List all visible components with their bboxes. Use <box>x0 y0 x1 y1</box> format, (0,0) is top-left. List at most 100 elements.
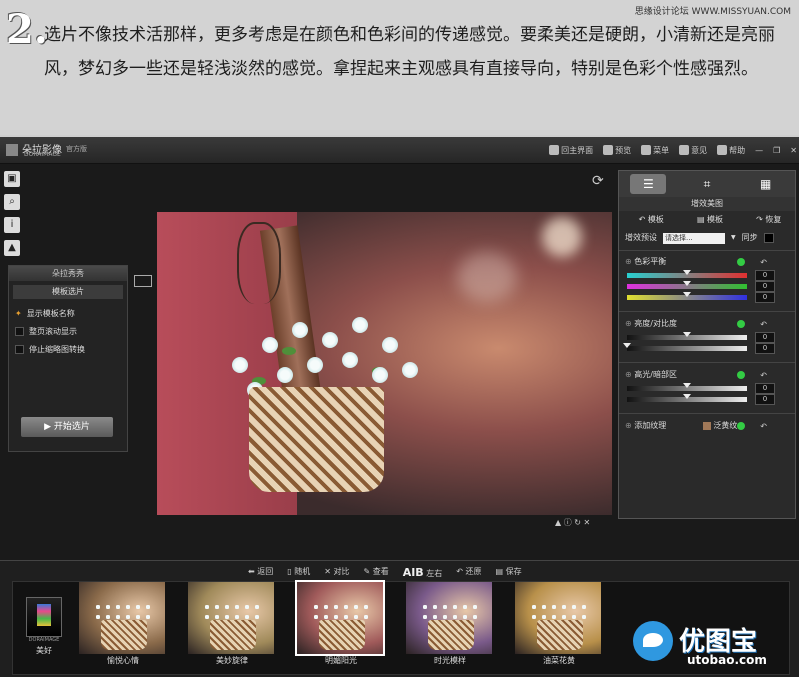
slider-handle[interactable] <box>683 394 691 399</box>
view-button[interactable]: ✎ 查看 <box>363 566 388 579</box>
preset-select[interactable]: 请选择... <box>663 232 725 244</box>
slider-value[interactable]: 0 <box>755 292 775 303</box>
adjust-slider[interactable]: 0 <box>627 332 787 343</box>
enable-dot[interactable] <box>737 258 745 266</box>
restore-button[interactable]: ❐ <box>773 146 780 155</box>
loading-icon[interactable]: ⟳ <box>592 173 604 189</box>
slider-value[interactable]: 0 <box>755 343 775 354</box>
enable-dot[interactable] <box>737 320 745 328</box>
undo-icon[interactable]: ↶ <box>760 317 767 333</box>
start-select-button[interactable]: ▶ 开始选片 <box>21 417 113 437</box>
feedback-button[interactable]: 意见 <box>679 145 707 156</box>
slider-handle[interactable] <box>683 292 691 297</box>
levels-icon[interactable]: ▲ <box>4 240 20 256</box>
slider-value[interactable]: 0 <box>755 332 775 343</box>
back-button[interactable]: ⬅ 返回 <box>248 566 273 579</box>
filmstrip-thumb[interactable]: 愉悦心情 <box>79 582 167 665</box>
ab-button[interactable]: AIB 左右 <box>403 566 443 579</box>
restore-template-button[interactable]: ↷ 恢复 <box>756 211 781 229</box>
save-button[interactable]: ▤ 保存 <box>496 566 522 579</box>
tab-adjust[interactable]: ☰ <box>630 174 667 194</box>
slider-handle[interactable] <box>623 343 631 348</box>
brand-label: 美好 <box>36 646 52 655</box>
menu-button[interactable]: 菜单 <box>641 145 669 156</box>
histogram-icon[interactable]: ▣ <box>4 171 20 187</box>
texture-swatch[interactable] <box>702 421 711 430</box>
slider-handle[interactable] <box>683 270 691 275</box>
slider-value[interactable]: 0 <box>755 270 775 281</box>
photo-preview[interactable] <box>157 212 612 515</box>
expand-icon[interactable]: ⊕ <box>625 421 632 430</box>
close-small-icon[interactable]: ✕ <box>584 518 591 527</box>
filmstrip-thumb[interactable]: 明媚阳光 <box>295 580 385 665</box>
slider-value[interactable]: 0 <box>755 394 775 405</box>
slider-value[interactable]: 0 <box>755 281 775 292</box>
app-logo-sub: DORAIMAGE <box>24 151 61 158</box>
slider-handle[interactable] <box>683 281 691 286</box>
filmstrip-icon[interactable] <box>134 275 152 287</box>
adjust-slider[interactable]: 0 <box>627 394 787 405</box>
filmstrip-thumb[interactable]: 时光模样 <box>406 582 494 665</box>
back-arrow-icon <box>549 145 560 155</box>
texture-value[interactable]: 泛黄纹 <box>713 421 737 430</box>
title-bar: 朵拉影像 DORAIMAGE 官方版 回主界面 预览 菜单 意见 帮助 — ❐ … <box>0 137 799 164</box>
basket <box>249 387 384 492</box>
adjust-slider[interactable]: 0 <box>623 343 787 354</box>
adjust-slider[interactable]: 0 <box>627 383 787 394</box>
compare-button[interactable]: ✕ 对比 <box>324 566 349 579</box>
slider-value[interactable]: 0 <box>755 383 775 394</box>
checkbox[interactable] <box>15 345 24 354</box>
section-title: ⊕ 亮度/对比度 ↶ <box>619 316 795 332</box>
app-logo-icon <box>6 144 18 156</box>
rotate-icon[interactable]: ↻ <box>574 518 581 527</box>
option-stop-thumb[interactable]: 停止缩略图转换 <box>9 341 127 359</box>
adjust-slider[interactable]: 0 <box>627 292 787 303</box>
thumb-label: 美妙旋律 <box>216 656 248 665</box>
filmstrip-thumb[interactable]: 油菜花黄 <box>515 582 603 665</box>
adjust-slider[interactable]: 0 <box>627 281 787 292</box>
tab-mosaic[interactable]: ▦ <box>748 174 784 194</box>
expand-icon[interactable]: ⊕ <box>625 257 632 266</box>
option-page-scroll[interactable]: 整页滚动显示 <box>9 323 127 341</box>
checkbox[interactable] <box>15 327 24 336</box>
utobao-watermark: 优图宝 utobao.com <box>633 619 789 671</box>
tab-crop[interactable]: ⌗ <box>689 174 725 194</box>
sync-checkbox[interactable] <box>763 233 774 243</box>
info-icon[interactable]: i <box>4 217 20 233</box>
expand-icon[interactable]: ⊕ <box>625 319 632 328</box>
random-button[interactable]: ▯ 随机 <box>287 566 310 579</box>
help-button[interactable]: 帮助 <box>717 145 745 156</box>
article-section: 2. 选片不像技术活那样，更多考虑是在颜色和色彩间的传递感觉。要柔美还是硬朗，小… <box>0 0 799 135</box>
histogram-small-icon[interactable]: ▲ <box>555 518 561 527</box>
close-button[interactable]: ✕ <box>790 146 797 155</box>
preview-button[interactable]: 预览 <box>603 145 631 156</box>
adjust-slider[interactable]: 0 <box>627 270 787 281</box>
eye-icon <box>603 145 614 155</box>
info-small-icon[interactable]: ⓘ <box>564 518 572 527</box>
app-window: 朵拉影像 DORAIMAGE 官方版 回主界面 预览 菜单 意见 帮助 — ❐ … <box>0 137 799 677</box>
template-button-2[interactable]: ▤ 模板 <box>697 211 723 229</box>
expand-icon[interactable]: ⊕ <box>625 370 632 379</box>
preset-label: 增效预设 <box>625 233 657 242</box>
enable-dot[interactable] <box>737 371 745 379</box>
slider-handle[interactable] <box>683 383 691 388</box>
slider-handle[interactable] <box>683 332 691 337</box>
undo-icon[interactable]: ↶ <box>760 419 767 435</box>
thumb-label: 明媚阳光 <box>325 656 357 665</box>
enable-dot[interactable] <box>737 422 745 430</box>
sync-label: 同步 <box>741 233 758 242</box>
undo-icon[interactable]: ↶ <box>760 255 767 271</box>
revert-button[interactable]: ↶ 还原 <box>456 566 481 579</box>
option-show-names[interactable]: ✦ 显示模板名称 <box>9 305 127 323</box>
minimize-button[interactable]: — <box>755 146 763 155</box>
undo-icon[interactable]: ↶ <box>760 368 767 384</box>
texture-label: 添加纹理 <box>634 421 667 430</box>
enhance-tabs: ☰ ⌗ ▦ <box>619 171 795 197</box>
filmstrip-thumb[interactable]: 美妙旋律 <box>188 582 276 665</box>
brand-tile[interactable]: DORAIMAGE 美好 <box>21 597 67 657</box>
gear-icon <box>641 145 652 155</box>
home-button[interactable]: 回主界面 <box>549 145 593 156</box>
template-button-1[interactable]: ↶ 模板 <box>639 211 664 229</box>
article-paragraph: 选片不像技术活那样，更多考虑是在颜色和色彩间的传递感觉。要柔美还是硬朗，小清新还… <box>44 25 775 79</box>
zoom-icon[interactable]: ⌕ <box>4 194 20 210</box>
